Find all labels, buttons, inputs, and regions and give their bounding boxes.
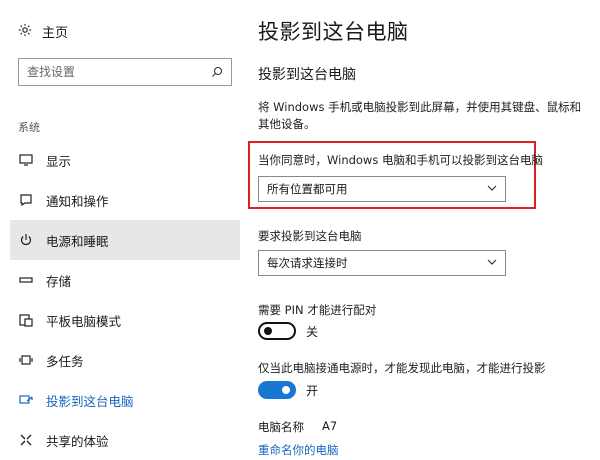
pc-name-row: 电脑名称 A7 bbox=[258, 419, 337, 435]
pin-label: 需要 PIN 才能进行配对 bbox=[258, 303, 377, 317]
project-icon bbox=[18, 392, 34, 408]
request-selected: 每次请求连接时 bbox=[267, 256, 348, 270]
power-toggle[interactable] bbox=[258, 381, 296, 399]
search-icon[interactable] bbox=[211, 63, 223, 82]
tablet-mode-icon bbox=[18, 312, 34, 328]
pc-name-label: 电脑名称 bbox=[258, 420, 304, 434]
search-input[interactable] bbox=[27, 65, 211, 79]
power-label: 仅当此电脑接通电源时，才能发现此电脑，才能进行投影 bbox=[258, 361, 546, 375]
section-label: 系统 bbox=[18, 121, 40, 134]
sidebar: 主页 系统 显示 通知和操作 电源和睡眠 bbox=[0, 0, 245, 460]
multitask-icon bbox=[18, 352, 34, 368]
power-toggle-row: 开 bbox=[258, 381, 318, 399]
pin-toggle-state: 关 bbox=[306, 324, 319, 339]
sidebar-item-shared-experience[interactable]: 共享的体验 bbox=[10, 420, 240, 460]
storage-icon bbox=[18, 272, 34, 288]
home-link[interactable]: 主页 bbox=[18, 22, 68, 41]
sidebar-item-label: 平板电脑模式 bbox=[46, 313, 122, 329]
availability-dropdown[interactable]: 所有位置都可用 bbox=[258, 176, 506, 202]
search-box[interactable] bbox=[18, 58, 232, 86]
sidebar-nav: 显示 通知和操作 电源和睡眠 存储 平板电脑模式 多任务 投影到这台电脑 共享的… bbox=[10, 140, 240, 460]
rename-pc-link[interactable]: 重命名你的电脑 bbox=[258, 442, 339, 458]
shared-experience-icon bbox=[18, 432, 34, 448]
section-title: 投影到这台电脑 bbox=[258, 67, 356, 83]
request-label: 要求投影到这台电脑 bbox=[258, 229, 362, 243]
sidebar-item-label: 投影到这台电脑 bbox=[46, 393, 134, 409]
availability-label: 当你同意时，Windows 电脑和手机可以投影到这台电脑 bbox=[258, 153, 543, 167]
sidebar-item-label: 电源和睡眠 bbox=[46, 233, 109, 249]
sidebar-item-label: 存储 bbox=[46, 273, 72, 289]
request-dropdown[interactable]: 每次请求连接时 bbox=[258, 250, 506, 276]
sidebar-item-label: 共享的体验 bbox=[46, 433, 109, 449]
availability-selected: 所有位置都可用 bbox=[267, 182, 348, 196]
gear-icon bbox=[18, 23, 32, 41]
main-content: 投影到这台电脑 投影到这台电脑 将 Windows 手机或电脑投影到此屏幕，并使… bbox=[248, 0, 593, 460]
pc-name-value: A7 bbox=[322, 419, 338, 433]
sidebar-item-label: 多任务 bbox=[46, 353, 84, 369]
power-icon bbox=[18, 232, 34, 248]
sidebar-item-multitask[interactable]: 多任务 bbox=[10, 340, 240, 380]
notification-icon bbox=[18, 192, 34, 208]
sidebar-item-storage[interactable]: 存储 bbox=[10, 260, 240, 300]
sidebar-item-label: 通知和操作 bbox=[46, 193, 109, 209]
home-label: 主页 bbox=[42, 26, 69, 41]
sidebar-item-project[interactable]: 投影到这台电脑 bbox=[10, 380, 240, 420]
sidebar-item-notifications[interactable]: 通知和操作 bbox=[10, 180, 240, 220]
pin-toggle[interactable] bbox=[258, 322, 296, 340]
page-title: 投影到这台电脑 bbox=[258, 20, 409, 44]
power-toggle-state: 开 bbox=[306, 383, 319, 398]
sidebar-item-tablet-mode[interactable]: 平板电脑模式 bbox=[10, 300, 240, 340]
description-text: 将 Windows 手机或电脑投影到此屏幕，并使用其键盘、鼠标和其他设备。 bbox=[258, 100, 582, 131]
sidebar-item-display[interactable]: 显示 bbox=[10, 140, 240, 180]
chevron-down-icon bbox=[487, 182, 497, 196]
pin-toggle-row: 关 bbox=[258, 322, 318, 340]
sidebar-item-label: 显示 bbox=[46, 153, 72, 169]
chevron-down-icon bbox=[487, 256, 497, 270]
sidebar-item-power[interactable]: 电源和睡眠 bbox=[10, 220, 240, 260]
monitor-icon bbox=[18, 152, 34, 168]
